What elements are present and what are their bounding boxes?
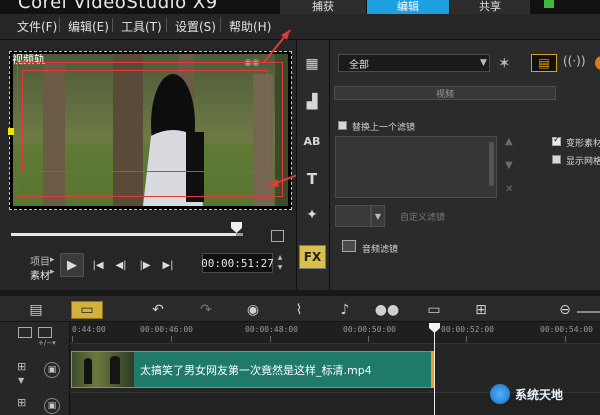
title-icon[interactable]: T <box>301 170 323 188</box>
multi-camera-icon[interactable]: ⊞ <box>470 301 492 319</box>
tab-edit[interactable]: 编辑 <box>367 0 449 14</box>
show-audio-icon[interactable]: ((·)) <box>563 54 586 72</box>
ruler-tick-label: 00:00:48:00 <box>245 325 298 334</box>
menu-edit[interactable]: 编辑(E) <box>68 18 109 35</box>
track-manager-icon[interactable] <box>18 327 32 338</box>
fit-screen-icon[interactable] <box>271 230 284 242</box>
ruler-tick-label: 00:00:50:00 <box>343 325 396 334</box>
ruler-tick-label: 00:00:52:00 <box>441 325 494 334</box>
menu-settings[interactable]: 设置(S) <box>175 18 216 35</box>
chevron-down-icon[interactable]: ▼ <box>18 376 24 385</box>
ruler-tick-label: 00:00:46:00 <box>140 325 193 334</box>
ruler-tick <box>466 336 467 342</box>
resize-handle[interactable] <box>8 128 14 135</box>
storyboard-view-icon[interactable]: ▤ <box>25 301 47 319</box>
menu-separator <box>59 18 60 32</box>
overlay-options-icon[interactable]: ⊞ <box>17 396 26 409</box>
applied-filter-list[interactable] <box>335 136 497 198</box>
show-grid-checkbox[interactable] <box>552 155 561 164</box>
media-icon[interactable]: ▦ <box>301 55 323 73</box>
scrubber-fill <box>11 233 237 236</box>
video-track-icon[interactable]: ▣ <box>44 362 60 378</box>
ruler-tick <box>72 336 73 342</box>
ruler-tick <box>368 336 369 342</box>
ruler-tick <box>270 336 271 342</box>
preset-dropdown-icon[interactable]: ▼ <box>371 205 385 227</box>
filter-list-scrollbar[interactable] <box>489 142 494 186</box>
clip-thumbnail <box>72 352 134 387</box>
timecode-spinner-icon[interactable]: ▲ ▼ <box>275 253 285 273</box>
upload-icon[interactable] <box>544 0 554 8</box>
motion-tracking-icon[interactable]: ●● <box>374 301 400 319</box>
timecode-field[interactable]: 00:00:51:27 <box>201 253 274 273</box>
play-button[interactable]: ▶ <box>60 253 84 277</box>
ripple-edit-icon[interactable]: ⊞ <box>17 360 26 373</box>
playhead-line <box>434 330 435 415</box>
replace-filter-label: 替换上一个滤镜 <box>352 123 416 133</box>
app-title: Corel VideoStudio X9 <box>18 0 218 13</box>
menu-tools[interactable]: 工具(T) <box>121 18 162 35</box>
ruler-tick <box>171 336 172 342</box>
mode-clip[interactable]: 素材 <box>30 267 50 282</box>
transition-icon[interactable]: AB <box>301 132 323 150</box>
redo-icon[interactable]: ↷ <box>196 301 216 319</box>
add-track-icon[interactable]: +/−▾ <box>38 339 56 347</box>
menu-help[interactable]: 帮助(H) <box>229 18 271 35</box>
graphics-icon[interactable]: ✦ <box>301 206 323 224</box>
audio-filter-label[interactable]: 音频滤镜 <box>362 242 398 255</box>
mode-project[interactable]: 项目 <box>30 253 50 268</box>
replace-filter-checkbox[interactable] <box>338 121 347 130</box>
clip-title: 太搞笑了男女网友第一次竟然是这样_标清.mp4 <box>140 364 372 377</box>
playhead[interactable] <box>429 323 440 333</box>
filter-fx-button[interactable]: FX <box>299 245 326 269</box>
options-tab[interactable]: 视频 <box>334 86 556 100</box>
next-frame-icon[interactable]: |▶ <box>136 253 154 277</box>
chapter-point-icon[interactable] <box>38 327 52 338</box>
mode-arrows-icon: ▸ ▸ <box>50 255 55 277</box>
move-down-icon[interactable]: ▼ <box>505 160 513 171</box>
timeline-view-button[interactable]: ▭ <box>71 301 103 319</box>
menu-separator <box>220 18 221 32</box>
scrubber-thumb[interactable] <box>230 222 242 233</box>
custom-filter-button[interactable]: 自定义滤镜 <box>400 210 445 223</box>
show-video-button[interactable]: ▤ <box>531 54 557 72</box>
menu-file[interactable]: 文件(F) <box>17 18 57 35</box>
ruler-tick-label: 0:44:00 <box>72 325 106 334</box>
record-capture-icon[interactable]: ◉ <box>242 301 264 319</box>
auto-music-icon[interactable]: ♪ <box>334 301 356 319</box>
preset-thumbnail[interactable] <box>335 205 371 227</box>
site-watermark: 系统天地 <box>515 388 564 402</box>
menu-separator <box>166 18 167 32</box>
site-logo <box>490 384 510 404</box>
audio-mixer-icon[interactable]: ⌇ <box>288 301 310 319</box>
menu-separator <box>112 18 113 32</box>
home-icon[interactable]: |◀ <box>90 253 106 277</box>
instant-project-icon[interactable]: ▟ <box>301 93 323 111</box>
zoom-slider[interactable] <box>577 311 600 313</box>
previous-frame-icon[interactable]: ◀| <box>112 253 130 277</box>
undo-icon[interactable]: ↶ <box>148 301 168 319</box>
chevron-down-icon[interactable]: ▼ <box>480 58 487 68</box>
move-up-icon[interactable]: ▲ <box>505 136 513 147</box>
audio-filter-icon[interactable] <box>342 240 356 252</box>
add-library-icon[interactable]: ✶ <box>498 54 526 72</box>
deform-clip-checkbox[interactable] <box>552 135 561 146</box>
gallery-dropdown[interactable]: 全部 <box>338 54 490 72</box>
deform-clip-label: 变形素材 <box>566 139 600 149</box>
show-grid-label: 显示网格 <box>566 157 600 167</box>
remove-filter-icon[interactable]: ✕ <box>505 184 513 195</box>
action-safe-area <box>22 70 268 172</box>
tab-share[interactable]: 共享 <box>450 0 530 14</box>
zoom-out-icon[interactable]: ⊖ <box>556 301 574 319</box>
ruler-tick-label: 00:00:54:00 <box>540 325 593 334</box>
end-icon[interactable]: ▶| <box>160 253 176 277</box>
ruler-tick <box>565 336 566 342</box>
tab-capture[interactable]: 捕获 <box>280 0 366 14</box>
subtitle-editor-icon[interactable]: ▭ <box>423 301 445 319</box>
overlay-track-icon[interactable]: ▣ <box>44 398 60 414</box>
